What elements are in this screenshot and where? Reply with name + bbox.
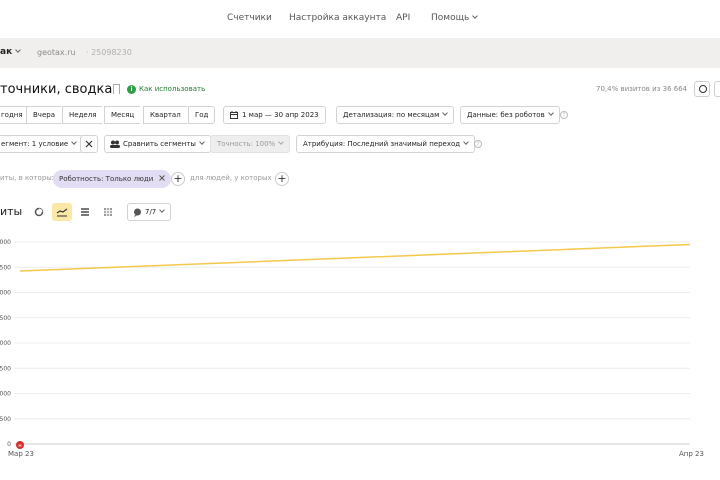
period-quarter-button[interactable]: Квартал — [143, 106, 187, 124]
stacked-bars-icon — [81, 208, 89, 216]
nav-counters[interactable]: Счетчики — [227, 13, 272, 23]
chevron-down-icon — [159, 207, 166, 213]
robot-filter-label: Роботность: Только люди — [59, 175, 154, 183]
help-icon[interactable]: ? — [560, 111, 568, 119]
y-tick-label: 500 — [0, 264, 11, 271]
y-tick-label: 0 — [7, 441, 11, 448]
attribution-label: Атрибуция: Последний значимый переход — [303, 140, 461, 148]
counter-bar: ак geotax.ru · 25098230 — [0, 38, 720, 68]
detail-select[interactable]: Детализация: по месяцам — [336, 106, 455, 124]
chart-grid — [14, 241, 690, 445]
counter-selector-label: ак — [0, 47, 13, 57]
grid-chart-icon — [104, 208, 112, 216]
compare-segments-button[interactable]: Сравнить сегменты — [104, 135, 211, 153]
y-axis: 000 500 000 500 000 500 000 500 0 — [0, 239, 11, 448]
period-month-button[interactable]: Месяц — [104, 106, 141, 124]
counter-selector[interactable]: ак — [0, 47, 22, 57]
info-icon: i — [127, 85, 136, 94]
period-yesterday-button[interactable]: Вчера — [26, 106, 61, 124]
users-icon — [110, 140, 120, 148]
chevron-down-icon — [15, 47, 22, 53]
attribution-select[interactable]: Атрибуция: Последний значимый переход — [296, 135, 476, 153]
y-tick-label: 000 — [0, 391, 11, 398]
data-filter-select[interactable]: Данные: без роботов — [460, 106, 560, 124]
date-range-button[interactable]: 1 мар — 30 апр 2023 — [223, 106, 326, 124]
y-tick-label: 500 — [0, 315, 11, 322]
robot-filter-chip[interactable]: Роботность: Только люди — [53, 170, 171, 188]
howto-link[interactable]: Как использовать — [139, 85, 205, 93]
compare-label: Сравнить сегменты — [123, 140, 196, 148]
people-filter-label: для людей, у которых — [190, 174, 272, 182]
comment-icon — [134, 208, 141, 217]
x-tick-label: Мар 23 — [8, 450, 34, 458]
history-button[interactable] — [694, 81, 710, 97]
y-tick-label: 000 — [0, 239, 11, 246]
bookmark-icon[interactable] — [113, 84, 120, 94]
close-icon — [85, 140, 93, 148]
chevron-down-icon — [463, 139, 469, 145]
y-tick-label: 000 — [0, 290, 11, 297]
accuracy-label: Точность: 100% — [217, 140, 276, 148]
help-icon[interactable]: ? — [474, 140, 482, 148]
x-tick-label: Апр 23 — [679, 450, 704, 458]
options-button[interactable] — [714, 81, 720, 97]
period-today-button[interactable]: годня — [0, 106, 29, 124]
visits-filter-label: иты, в которых — [0, 174, 56, 182]
chart-badge[interactable]: н — [16, 441, 24, 449]
visits-chart: 000 500 000 500 000 500 000 500 0 Мар 23 Апр 23 н — [0, 239, 704, 458]
period-week-button[interactable]: Неделя — [62, 106, 103, 124]
x-axis: Мар 23 Апр 23 — [8, 450, 704, 458]
series-select[interactable]: 7/7 — [127, 203, 172, 221]
detail-label: Детализация: по месяцам — [343, 111, 440, 119]
annotation-marker-label: н — [18, 443, 21, 449]
segment-select[interactable]: егмент: 1 условие — [0, 135, 84, 153]
bar-chart-button[interactable] — [75, 203, 95, 221]
data-filter-label: Данные: без роботов — [467, 111, 545, 119]
top-navigation: Счетчики Настройка аккаунта API Помощь — [0, 0, 720, 38]
period-year-button[interactable]: Год — [188, 106, 216, 124]
clock-icon — [699, 85, 707, 93]
chevron-down-icon — [547, 110, 554, 116]
line-chart-button[interactable] — [52, 203, 72, 221]
chevron-down-icon — [442, 110, 449, 116]
calendar-icon — [230, 111, 238, 119]
line-chart-icon — [56, 208, 68, 217]
pie-chart-icon — [34, 207, 44, 217]
close-icon[interactable] — [158, 175, 165, 181]
series-count: 7/7 — [145, 208, 157, 216]
chevron-down-icon — [71, 139, 78, 145]
clear-segment-button[interactable] — [80, 135, 98, 153]
nav-api[interactable]: API — [396, 13, 410, 23]
nav-help-label: Помощь — [431, 13, 470, 23]
sample-info: 70,4% визитов из 36 664 — [596, 85, 688, 93]
y-tick-label: 500 — [0, 365, 11, 372]
counter-id: · 25098230 — [86, 48, 132, 57]
add-visit-filter-button[interactable]: + — [171, 172, 185, 186]
y-tick-label: 000 — [0, 340, 11, 347]
page-title: точники, сводка — [0, 82, 113, 97]
heatmap-chart-button[interactable] — [98, 203, 118, 221]
date-range-label: 1 мар — 30 апр 2023 — [242, 111, 319, 119]
accuracy-select[interactable]: Точность: 100% — [210, 135, 291, 153]
nav-account-settings[interactable]: Настройка аккаунта — [289, 13, 386, 23]
chevron-down-icon — [472, 13, 479, 19]
add-people-filter-button[interactable]: + — [275, 172, 289, 186]
y-tick-label: 500 — [0, 416, 11, 423]
chevron-down-icon — [278, 139, 285, 145]
pie-chart-button[interactable] — [29, 203, 49, 221]
segment-label: егмент: 1 условие — [1, 140, 69, 148]
chevron-down-icon — [199, 139, 205, 145]
counter-site: geotax.ru — [37, 48, 76, 57]
nav-help[interactable]: Помощь — [431, 13, 479, 23]
metric-label: иты — [0, 205, 23, 218]
